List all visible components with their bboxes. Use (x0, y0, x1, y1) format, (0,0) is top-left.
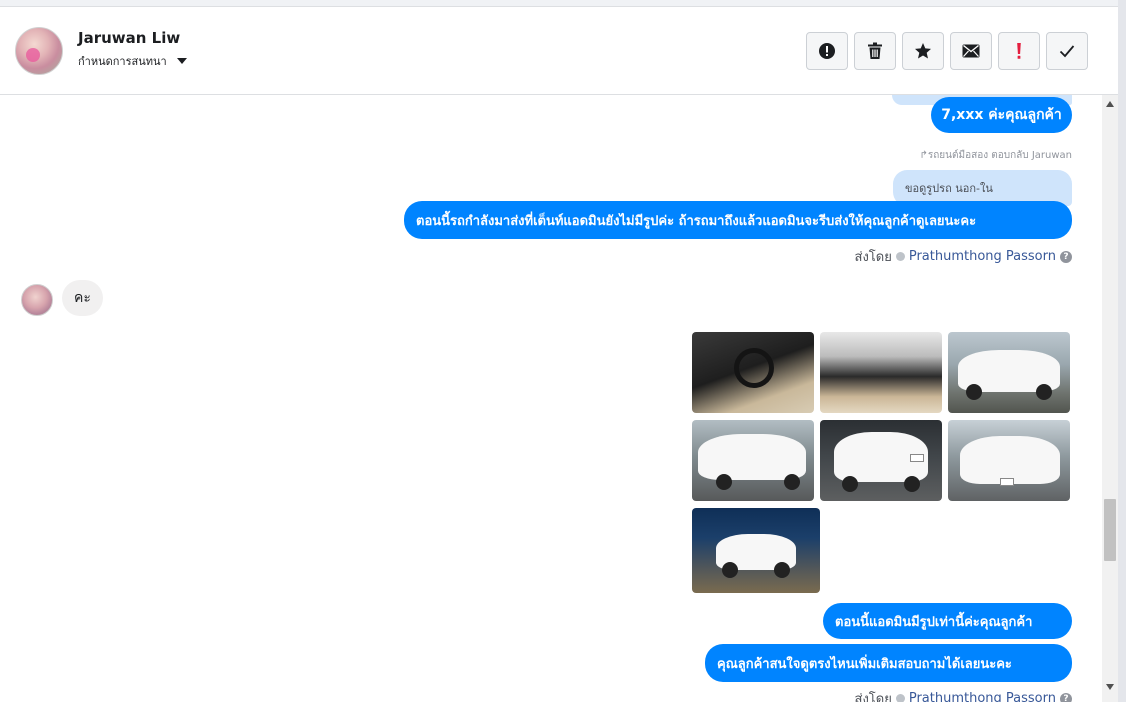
caret-down-icon (176, 58, 187, 64)
important-button[interactable] (998, 32, 1040, 70)
star-button[interactable] (902, 32, 944, 70)
trash-icon (868, 42, 882, 59)
car-photo-6[interactable] (948, 420, 1070, 501)
car-photo-3[interactable] (948, 332, 1070, 413)
scroll-down-arrow-icon[interactable] (1102, 680, 1118, 694)
sender-name-2[interactable]: Prathumthong Passorn (909, 691, 1056, 702)
checkmark-icon (1059, 45, 1075, 58)
car-photo-2[interactable] (820, 332, 942, 413)
car-photo-4[interactable] (692, 420, 814, 501)
mark-spam-button[interactable] (806, 32, 848, 70)
help-icon[interactable]: ? (1060, 692, 1072, 702)
car-photo-5[interactable] (820, 420, 942, 501)
window-edge (1118, 0, 1126, 702)
inbox-window: Jaruwan Liw กำหนดการสนทนา 7,xxx ค่ะคุณลู… (0, 0, 1126, 702)
reply-arrow-icon: ↱ (919, 150, 928, 161)
verified-dot-icon (895, 694, 905, 702)
scrollbar-thumb[interactable] (1104, 499, 1116, 561)
delete-button[interactable] (854, 32, 896, 70)
outgoing-message-ask-more[interactable]: คุณลูกค้าสนใจดูตรงไหนเพิ่มเติมสอบถามได้เ… (705, 644, 1072, 682)
sender-name[interactable]: Prathumthong Passorn (909, 249, 1056, 264)
exclamation-circle-icon (819, 43, 835, 59)
red-exclamation-icon (1017, 43, 1021, 59)
action-toolbar (806, 32, 1088, 70)
conversation-settings-label: กำหนดการสนทนา (78, 55, 167, 68)
conversation-header: Jaruwan Liw กำหนดการสนทนา (0, 6, 1118, 95)
reply-reference-text: รถยนต์มือสอง ตอบกลับ Jaruwan (927, 150, 1072, 161)
thread-scrollbar[interactable] (1102, 95, 1118, 702)
done-button[interactable] (1046, 32, 1088, 70)
verified-dot-icon (895, 252, 905, 261)
car-photo-1[interactable] (692, 332, 814, 413)
reply-reference: ↱รถยนต์มือสอง ตอบกลับ Jaruwan (919, 148, 1072, 163)
contact-avatar-small[interactable] (21, 284, 53, 316)
scroll-up-arrow-icon[interactable] (1102, 97, 1118, 111)
sent-by-label-2: ส่งโดย (854, 692, 892, 702)
mark-unread-button[interactable] (950, 32, 992, 70)
sent-by-row-2: ส่งโดย Prathumthong Passorn ? (855, 688, 1072, 702)
help-icon[interactable]: ? (1060, 250, 1072, 263)
envelope-icon (962, 44, 980, 58)
contact-name[interactable]: Jaruwan Liw (78, 29, 180, 47)
conversation-settings-dropdown[interactable]: กำหนดการสนทนา (78, 52, 187, 70)
message-thread[interactable]: 7,xxx ค่ะคุณลูกค้า ↱รถยนต์มือสอง ตอบกลับ… (0, 95, 1118, 702)
star-icon (915, 43, 931, 59)
car-photo-7[interactable] (692, 508, 820, 593)
incoming-message[interactable]: คะ (62, 280, 103, 316)
outgoing-message-only-photos[interactable]: ตอนนี้แอดมินมีรูปเท่านี้ค่ะคุณลูกค้า (823, 603, 1072, 639)
contact-avatar[interactable] (15, 27, 63, 75)
sent-by-label: ส่งโดย (854, 250, 892, 265)
outgoing-message-price[interactable]: 7,xxx ค่ะคุณลูกค้า (931, 97, 1072, 133)
sent-by-row: ส่งโดย Prathumthong Passorn ? (855, 246, 1072, 267)
outgoing-message-car-status[interactable]: ตอนนี้รถกำลังมาส่งที่เต็นท์แอดมินยังไม่ม… (404, 201, 1072, 239)
